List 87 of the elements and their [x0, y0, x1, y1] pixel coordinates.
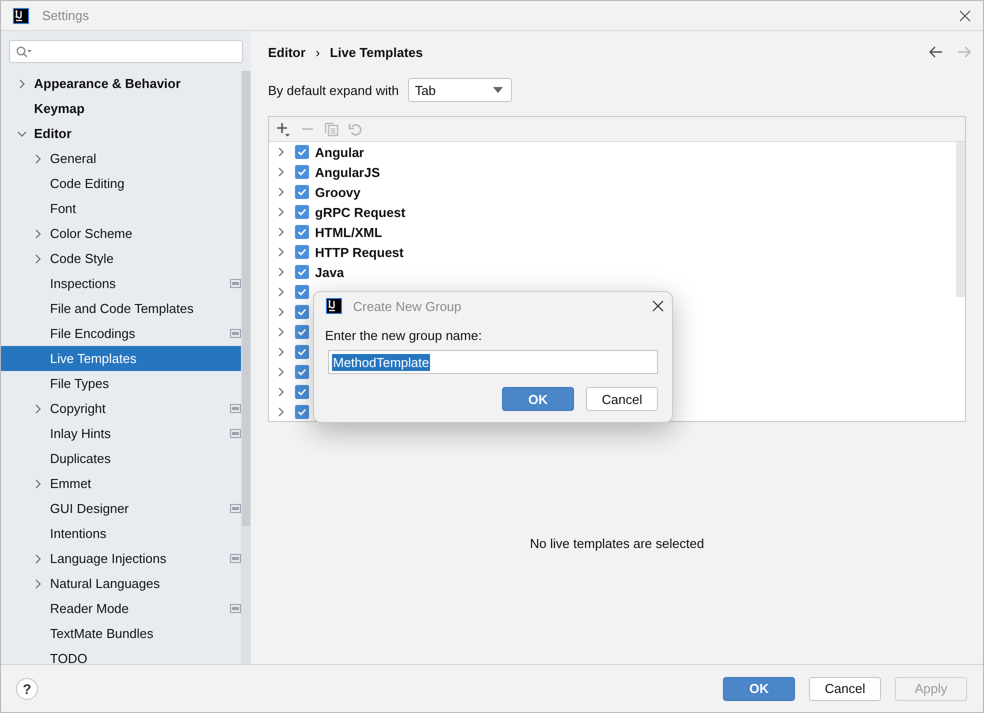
chevron-right-icon [17, 78, 27, 88]
sidebar-item[interactable]: Natural Languages [1, 571, 241, 596]
checkbox[interactable] [295, 225, 309, 239]
sidebar-item[interactable]: Editor [1, 121, 241, 146]
checkbox[interactable] [295, 265, 309, 279]
sidebar-item[interactable]: File and Code Templates [1, 296, 241, 321]
scrollbar[interactable] [956, 142, 965, 297]
project-scope-icon [230, 429, 241, 438]
chevron-right-icon [33, 154, 43, 164]
close-icon[interactable] [652, 300, 664, 312]
chevron-right-icon [33, 404, 43, 414]
checkbox[interactable] [295, 305, 309, 319]
checkbox[interactable] [295, 165, 309, 179]
sidebar-item[interactable]: GUI Designer [1, 496, 241, 521]
search-icon [16, 46, 32, 58]
cancel-button[interactable]: Cancel [809, 676, 881, 700]
sidebar-item[interactable]: Copyright [1, 396, 241, 421]
checkbox[interactable] [295, 145, 309, 159]
chevron-right-icon [33, 554, 43, 564]
sidebar-item[interactable]: Inlay Hints [1, 421, 241, 446]
prompt-label: Enter the new group name: [325, 328, 482, 343]
close-icon[interactable] [959, 10, 971, 22]
sidebar-item[interactable]: Live Templates [1, 346, 241, 371]
sidebar-item[interactable]: Color Scheme [1, 221, 241, 246]
sidebar-item[interactable]: Duplicates [1, 446, 241, 471]
sidebar-item[interactable]: Intentions [1, 521, 241, 546]
checkbox[interactable] [295, 385, 309, 399]
project-scope-icon [230, 329, 241, 338]
chevron-right-icon [33, 578, 43, 588]
app-logo-icon [13, 8, 29, 24]
sidebar-item[interactable]: File Encodings [1, 321, 241, 346]
sidebar-item[interactable]: Inspections [1, 271, 241, 296]
cancel-button[interactable]: Cancel [586, 387, 658, 411]
template-group-name[interactable]: HTML/XML [315, 224, 382, 240]
checkbox[interactable] [295, 285, 309, 299]
sidebar-item[interactable]: TextMate Bundles [1, 621, 241, 646]
add-icon[interactable] [276, 122, 291, 136]
help-button[interactable]: ? [16, 678, 38, 700]
project-scope-icon [230, 504, 241, 513]
project-scope-icon [230, 404, 241, 413]
sidebar-item[interactable]: Language Injections [1, 546, 241, 571]
sidebar-item[interactable]: Emmet [1, 471, 241, 496]
sidebar-item[interactable]: Code Editing [1, 171, 241, 196]
template-group-name[interactable]: Angular [315, 144, 364, 160]
chevron-right-icon [33, 478, 43, 488]
checkbox[interactable] [295, 345, 309, 359]
breadcrumb-item: Live Templates [330, 44, 423, 60]
window-title: Settings [42, 8, 90, 23]
expand-key-dropdown[interactable]: Tab [408, 78, 512, 102]
chevron-right-icon [33, 228, 43, 238]
back-arrow-icon[interactable] [929, 46, 943, 58]
sidebar-item[interactable]: Keymap [1, 96, 241, 121]
chevron-right-icon [33, 254, 43, 264]
checkbox[interactable] [295, 325, 309, 339]
sidebar-item[interactable]: General [1, 146, 241, 171]
ok-button[interactable]: OK [502, 387, 574, 411]
project-scope-icon [230, 604, 241, 613]
group-name-field[interactable]: MethodTemplate [328, 350, 658, 374]
app-logo-icon [326, 298, 342, 314]
checkbox[interactable] [295, 245, 309, 259]
chevron-down-icon [17, 128, 27, 138]
expand-with-label: By default expand with [268, 82, 399, 98]
sidebar-item[interactable]: Font [1, 196, 241, 221]
template-group-name[interactable]: HTTP Request [315, 244, 404, 260]
checkbox[interactable] [295, 185, 309, 199]
dialog-title: Create New Group [353, 298, 462, 314]
search-field[interactable] [9, 40, 243, 63]
template-group-name[interactable]: gRPC Request [315, 204, 406, 220]
breadcrumb-separator: › [316, 44, 320, 60]
checkbox[interactable] [295, 205, 309, 219]
checkbox[interactable] [295, 365, 309, 379]
template-group-name[interactable]: Groovy [315, 184, 361, 200]
sidebar-item[interactable]: TODO [1, 646, 241, 664]
checkbox[interactable] [295, 405, 309, 419]
project-scope-icon [230, 554, 241, 563]
breadcrumb-item[interactable]: Editor [268, 44, 306, 60]
sidebar-item[interactable]: Appearance & Behavior [1, 71, 241, 96]
sidebar-item[interactable]: File Types [1, 371, 241, 396]
scrollbar[interactable] [241, 71, 251, 664]
template-group-name[interactable]: Java [315, 264, 344, 280]
empty-message: No live templates are selected [530, 536, 704, 550]
project-scope-icon [230, 279, 241, 288]
dropdown-arrow-icon [492, 87, 503, 93]
sidebar-item[interactable]: Reader Mode [1, 596, 241, 621]
template-group-name[interactable]: AngularJS [315, 164, 380, 180]
ok-button[interactable]: OK [723, 676, 795, 700]
sidebar-item[interactable]: Code Style [1, 246, 241, 271]
